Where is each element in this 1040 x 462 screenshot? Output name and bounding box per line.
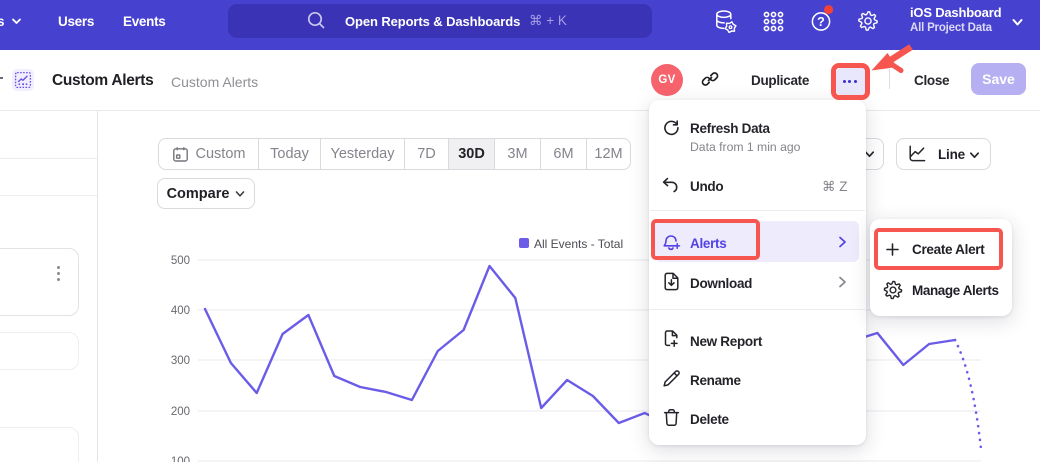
svg-text:200: 200 <box>171 406 190 418</box>
svg-text:?: ? <box>817 15 825 29</box>
svg-text:400: 400 <box>171 305 190 317</box>
svg-text:100: 100 <box>171 456 190 462</box>
svg-text:500: 500 <box>171 255 190 267</box>
svg-text:300: 300 <box>171 355 190 367</box>
